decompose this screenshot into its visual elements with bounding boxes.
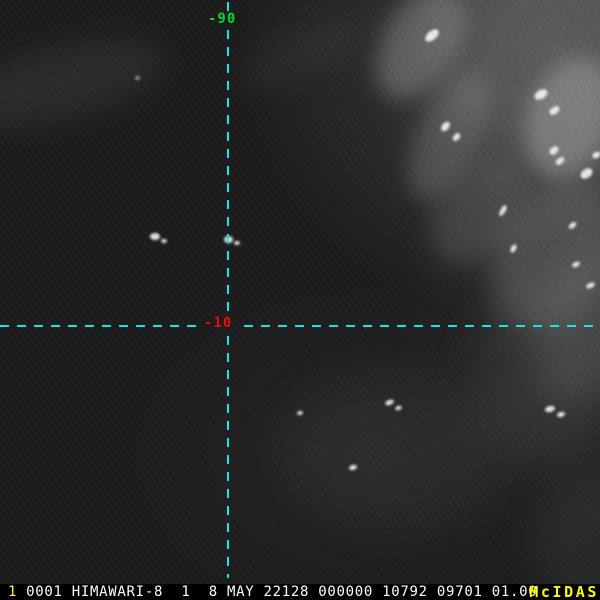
cloud-speck	[547, 104, 562, 117]
longitude-label: -90	[208, 11, 237, 27]
cloud-patch	[535, 470, 600, 584]
cloud-speck	[161, 239, 167, 243]
cloud-speck	[296, 410, 304, 416]
cloud-patch	[391, 58, 507, 212]
cloud-speck	[544, 404, 556, 414]
cloud-speck	[509, 243, 518, 254]
cloud-patch	[280, 375, 510, 525]
scanline-texture	[0, 0, 600, 584]
cloud-patch	[390, 0, 600, 235]
cloud-speck	[135, 76, 140, 80]
cloud-speck	[497, 204, 509, 217]
cloud-speck	[422, 26, 442, 45]
cloud-patch	[465, 156, 600, 354]
satellite-image-canvas[interactable]: -90 -10	[0, 0, 600, 584]
cloud-speck	[547, 144, 561, 157]
cloud-speck	[394, 404, 403, 412]
cloud-speck	[578, 166, 595, 181]
mcidas-brand-label: McIDAS	[529, 583, 599, 600]
cloud-patch	[475, 280, 600, 465]
cloud-speck	[234, 241, 240, 245]
cloud-speck	[532, 87, 550, 102]
cloud-patch	[0, 23, 171, 143]
cloud-patch	[509, 44, 600, 191]
cloud-patch	[232, 4, 369, 104]
status-bar: 1 0001 HIMAWARI-8 1 8 MAY 22128 000000 1…	[0, 583, 600, 600]
cloud-speck	[348, 464, 358, 471]
cloud-speck	[571, 260, 581, 269]
cloud-speck	[591, 150, 600, 160]
cloud-speck	[567, 220, 578, 231]
cloud-speck	[451, 131, 462, 143]
cloud-patch	[514, 228, 600, 417]
map-gridlines	[0, 2, 600, 578]
cloud-speck	[384, 398, 395, 407]
cloud-speck	[439, 120, 452, 133]
cloud-speck	[150, 233, 160, 240]
cloud-speck	[224, 236, 233, 243]
frame-number[interactable]: 1	[8, 584, 17, 600]
mcidas-window: -90 -10 1 0001 HIMAWARI-8 1 8 MAY 22128 …	[0, 0, 600, 600]
cloud-speck	[585, 281, 596, 290]
status-text: 0001 HIMAWARI-8 1 8 MAY 22128 000000 107…	[26, 584, 538, 600]
cloud-patch	[357, 0, 485, 116]
cloud-speck	[556, 411, 566, 418]
cloud-speck	[554, 155, 566, 167]
latitude-label: -10	[204, 315, 233, 331]
cloud-patch	[411, 137, 547, 283]
